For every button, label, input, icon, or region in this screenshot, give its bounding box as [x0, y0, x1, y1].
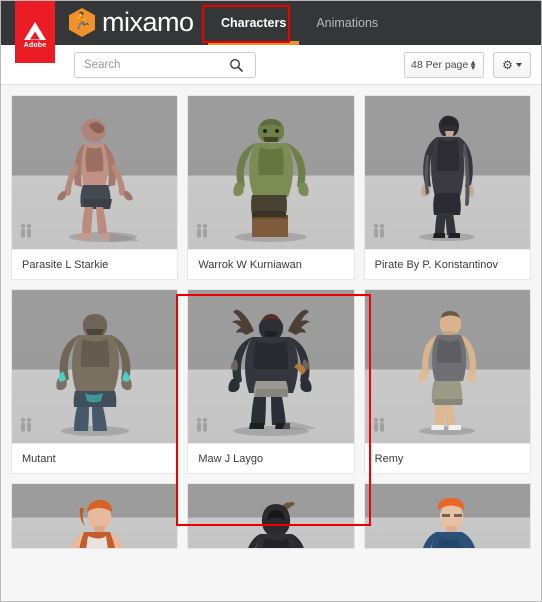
character-name: Remy [364, 443, 530, 473]
chevron-down-icon [515, 63, 522, 67]
character-thumbnail [188, 484, 354, 548]
character-grid: Parasite L Starkie Warrok W Kurniawan Pi… [1, 85, 541, 601]
grid-row: Mutant Maw J Laygo Remy [11, 289, 531, 474]
adobe-a-icon [24, 21, 46, 40]
two-people-icon [372, 223, 386, 244]
toolbar: 48 Per page ▲ ▼ ⚙ [1, 45, 541, 85]
character-card[interactable] [363, 483, 531, 549]
character-card[interactable] [11, 483, 179, 549]
character-card[interactable]: Remy [363, 289, 531, 474]
character-thumbnail [364, 96, 530, 249]
tab-characters[interactable]: Characters [206, 1, 301, 45]
character-card[interactable] [187, 483, 355, 549]
tab-characters-label: Characters [221, 16, 287, 30]
character-art-redhead-female [12, 492, 177, 548]
character-card[interactable]: Warrok W Kurniawan [187, 95, 355, 280]
stepper-icon[interactable]: ▲ ▼ [469, 59, 477, 72]
character-thumbnail [188, 96, 354, 249]
character-art-hooded-archer [188, 492, 353, 548]
character-name: Pirate By P. Konstantinov [364, 249, 530, 279]
adobe-logo-label: Adobe [23, 41, 47, 49]
search-input[interactable] [75, 59, 223, 71]
character-thumbnail [188, 290, 354, 443]
character-art-warrok [188, 111, 353, 243]
top-navigation-bar: Adobe 🏃 mixamo Characters Animations [1, 1, 541, 63]
character-card-selected[interactable]: Maw J Laygo [187, 289, 355, 474]
mixamo-hexagon-icon: 🏃 [69, 8, 95, 37]
gear-icon: ⚙ [502, 58, 513, 72]
grid-row [11, 483, 531, 549]
character-card[interactable]: Pirate By P. Konstantinov [363, 95, 531, 280]
per-page-select[interactable]: 48 Per page ▲ ▼ [404, 52, 484, 78]
per-page-label: 48 Per page [411, 59, 469, 71]
mixamo-wordmark: mixamo [102, 7, 194, 37]
two-people-icon [195, 417, 209, 438]
character-art-pirate [365, 109, 530, 243]
two-people-icon [195, 223, 209, 244]
character-art-remy [365, 305, 530, 437]
two-people-icon [19, 417, 33, 438]
browser-window: Adobe 🏃 mixamo Characters Animations Sea… [0, 0, 542, 602]
character-art-maw [188, 303, 353, 437]
search-icon[interactable] [223, 58, 249, 72]
character-name: Parasite L Starkie [12, 249, 178, 279]
tab-animations[interactable]: Animations [301, 1, 393, 45]
stepper-down-icon: ▼ [469, 63, 477, 72]
settings-button[interactable]: ⚙ [493, 52, 531, 78]
character-card[interactable]: Parasite L Starkie [11, 95, 179, 280]
character-name: Maw J Laygo [188, 443, 354, 473]
character-name: Mutant [12, 443, 178, 473]
tab-animations-label: Animations [316, 16, 379, 30]
main-nav: Characters Animations [206, 1, 393, 45]
two-people-icon [372, 417, 386, 438]
two-people-icon [19, 223, 33, 244]
character-name: Warrok W Kurniawan [188, 249, 354, 279]
character-thumbnail [12, 290, 178, 443]
character-art-redhead-glasses [365, 492, 530, 548]
search-field[interactable] [74, 52, 256, 78]
character-thumbnail [364, 484, 530, 548]
running-figure-icon: 🏃 [72, 12, 92, 30]
character-card[interactable]: Mutant [11, 289, 179, 474]
character-thumbnail [12, 484, 178, 548]
character-thumbnail [12, 96, 178, 249]
mixamo-brand[interactable]: 🏃 mixamo [69, 8, 194, 37]
character-art-parasite [12, 113, 177, 243]
adobe-logo[interactable]: Adobe [15, 1, 55, 63]
grid-row: Parasite L Starkie Warrok W Kurniawan Pi… [11, 85, 531, 280]
character-art-mutant [12, 305, 177, 437]
character-thumbnail [364, 290, 530, 443]
